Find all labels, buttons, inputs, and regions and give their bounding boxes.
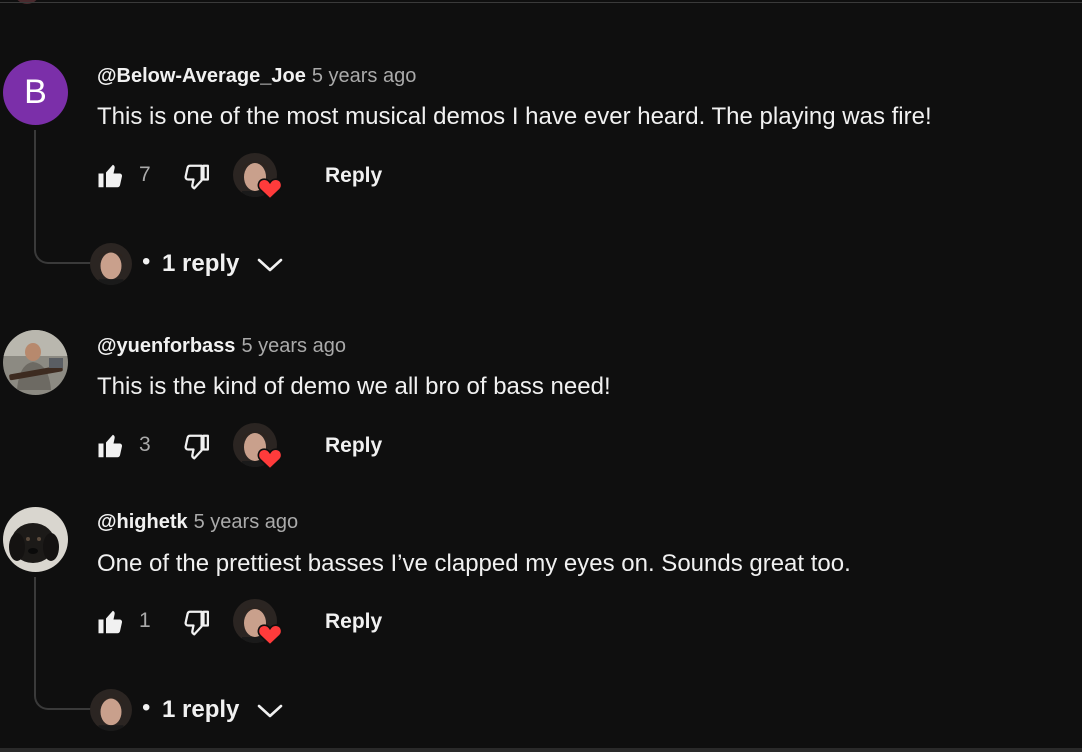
like-count: 3 <box>139 433 151 456</box>
avatar[interactable] <box>3 507 68 572</box>
comment-text: One of the prettiest basses I’ve clapped… <box>97 550 851 577</box>
creator-heart <box>233 153 285 201</box>
comment-header: @Below-Average_Joe 5 years ago <box>97 65 416 88</box>
comment-text: This is the kind of demo we all bro of b… <box>97 373 611 400</box>
comment-author[interactable]: @highetk <box>97 511 188 533</box>
reply-button[interactable]: Reply <box>325 164 382 188</box>
thumbs-up-icon[interactable] <box>96 607 126 637</box>
comment-timestamp[interactable]: 5 years ago <box>241 335 346 357</box>
comment-author[interactable]: @Below-Average_Joe <box>97 65 306 87</box>
comment-actions: 7 Reply <box>0 152 1082 200</box>
like-count: 1 <box>139 609 151 632</box>
creator-heart <box>233 423 285 471</box>
comment-author[interactable]: @yuenforbass <box>97 335 235 357</box>
separator-dot: • <box>142 248 151 275</box>
avatar[interactable] <box>3 330 68 395</box>
replies-count[interactable]: 1 reply <box>162 250 239 278</box>
avatar[interactable]: B <box>3 60 68 125</box>
chevron-down-icon[interactable] <box>256 254 284 276</box>
comments-panel: B @Below-Average_Joe 5 years ago This is … <box>0 0 1082 752</box>
view-replies-button[interactable]: • 1 reply <box>90 688 300 734</box>
heart-icon <box>257 624 283 646</box>
thumbs-down-icon[interactable] <box>181 608 211 638</box>
comment-text: This is one of the most musical demos I … <box>97 103 932 130</box>
view-replies-button[interactable]: • 1 reply <box>90 242 300 288</box>
thumbs-up-icon[interactable] <box>96 161 126 191</box>
comment-actions: 3 Reply <box>0 422 1082 470</box>
thumbs-down-icon[interactable] <box>181 162 211 192</box>
reply-button[interactable]: Reply <box>325 434 382 458</box>
chevron-down-icon[interactable] <box>256 700 284 722</box>
creator-avatar <box>90 243 132 285</box>
like-count: 7 <box>139 163 151 186</box>
creator-heart <box>233 599 285 647</box>
heart-icon <box>257 178 283 200</box>
thumbs-up-icon[interactable] <box>96 431 126 461</box>
comment-timestamp[interactable]: 5 years ago <box>312 65 417 87</box>
comment-timestamp[interactable]: 5 years ago <box>194 511 299 533</box>
comment-header: @yuenforbass 5 years ago <box>97 335 346 358</box>
divider <box>0 2 1082 3</box>
replies-count[interactable]: 1 reply <box>162 696 239 724</box>
heart-icon <box>257 448 283 470</box>
reply-button[interactable]: Reply <box>325 610 382 634</box>
separator-dot: • <box>142 694 151 721</box>
comment-header: @highetk 5 years ago <box>97 511 298 534</box>
divider <box>0 748 1082 752</box>
creator-avatar <box>90 689 132 731</box>
thumbs-down-icon[interactable] <box>181 432 211 462</box>
comment-actions: 1 Reply <box>0 598 1082 646</box>
